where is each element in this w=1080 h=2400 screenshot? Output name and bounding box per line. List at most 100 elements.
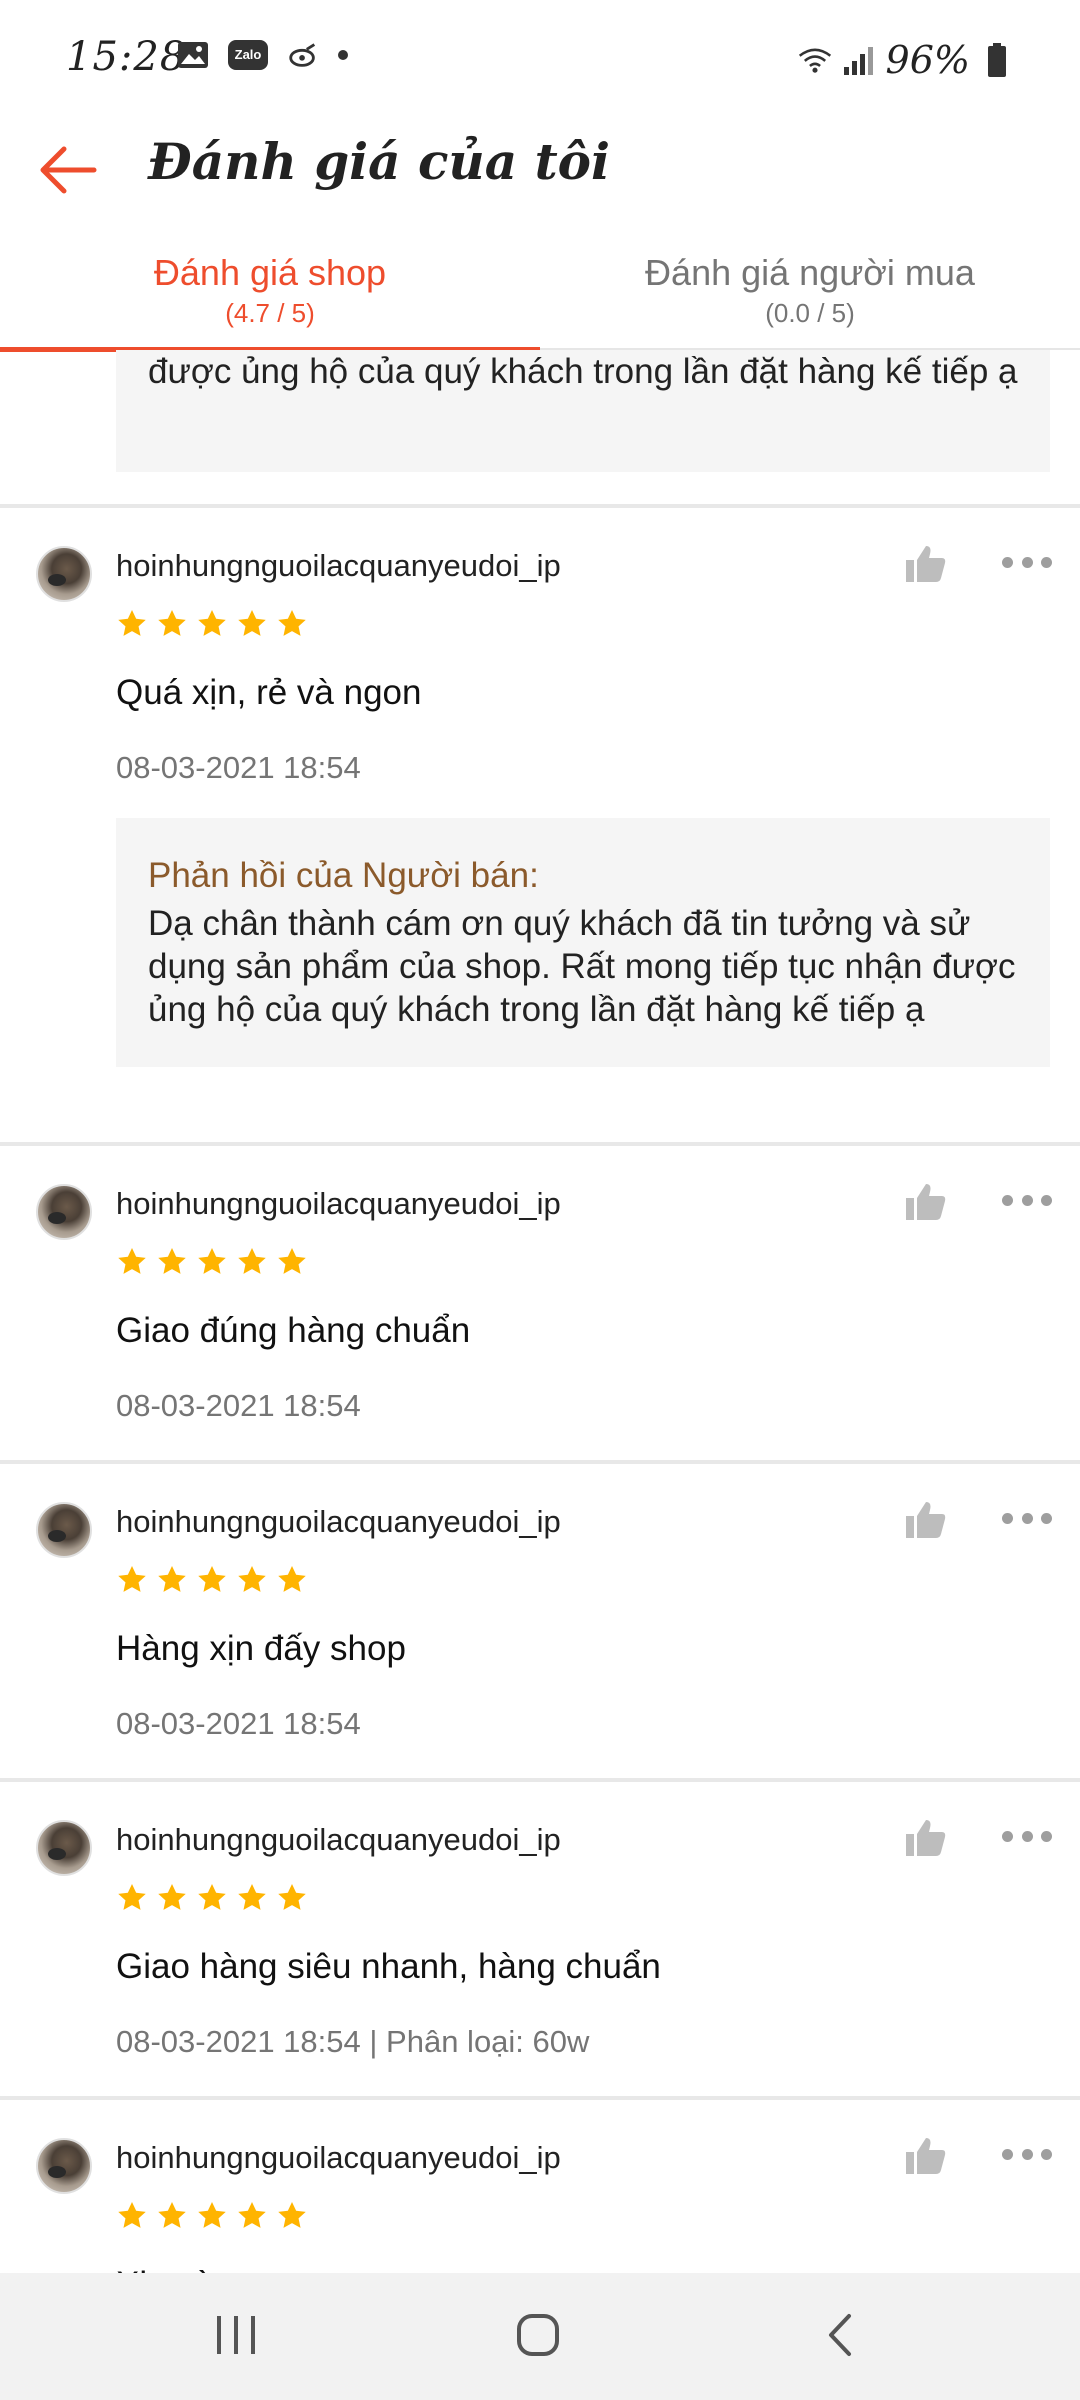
more-options-icon[interactable] <box>1002 1188 1052 1212</box>
status-bar: 15:28 Zalo 96% <box>0 0 1080 120</box>
seller-reply: Phản hồi của Người bán: Dạ chân thành cá… <box>116 818 1050 1067</box>
star-icon <box>238 2202 266 2228</box>
star-icon <box>198 1248 226 1274</box>
bug-icon <box>286 40 320 70</box>
star-icon <box>158 1248 186 1274</box>
reply-title: Phản hồi của Người bán: <box>148 856 539 895</box>
wifi-icon <box>798 45 832 75</box>
star-icon <box>158 1566 186 1592</box>
avatar[interactable] <box>36 2138 92 2194</box>
system-nav-bar <box>0 2273 1080 2400</box>
notification-icons: Zalo <box>176 40 348 70</box>
recent-apps-icon <box>217 2316 255 2354</box>
signal-icon <box>842 45 876 75</box>
reviewer-username: hoinhungnguoilacquanyeudoi_ip <box>116 1186 561 1221</box>
home-icon <box>517 2314 559 2356</box>
star-icon <box>278 1884 306 1910</box>
star-icon <box>118 1566 146 1592</box>
star-icon <box>238 1248 266 1274</box>
star-icon <box>278 1248 306 1274</box>
star-rating <box>116 1564 308 1596</box>
more-options-icon[interactable] <box>1002 1824 1052 1848</box>
app-header: Đánh giá của tôi <box>0 120 1080 240</box>
review-list[interactable]: được ủng hộ của quý khách trong lần đặt … <box>0 350 1080 2273</box>
star-icon <box>278 1566 306 1592</box>
recent-apps-button[interactable] <box>196 2303 276 2367</box>
review-item: hoinhungnguoilacquanyeudoi_ip Xin xò <box>0 2100 1080 2273</box>
dot-icon <box>338 50 348 60</box>
star-icon <box>198 2202 226 2228</box>
reviewer-username: hoinhungnguoilacquanyeudoi_ip <box>116 1822 561 1857</box>
star-icon <box>198 1566 226 1592</box>
reviewer-username: hoinhungnguoilacquanyeudoi_ip <box>116 1504 561 1539</box>
star-icon <box>158 1884 186 1910</box>
star-rating <box>116 1246 308 1278</box>
review-comment: Giao đúng hàng chuẩn <box>116 1311 471 1350</box>
back-arrow-icon <box>40 146 97 194</box>
review-item: hoinhungnguoilacquanyeudoi_ip Hàng xịn đ… <box>0 1464 1080 1774</box>
star-icon <box>158 2202 186 2228</box>
review-comment: Xin xò <box>116 2262 213 2273</box>
star-rating <box>116 608 308 640</box>
star-icon <box>118 610 146 636</box>
review-meta: 08-03-2021 18:54 <box>116 750 361 785</box>
avatar[interactable] <box>36 1820 92 1876</box>
like-icon[interactable] <box>904 544 948 584</box>
more-options-icon[interactable] <box>1002 2142 1052 2166</box>
system-icons: 96% <box>798 38 1014 82</box>
star-icon <box>118 1884 146 1910</box>
star-icon <box>238 1566 266 1592</box>
tab-shop-reviews[interactable]: Đánh giá shop (4.7 / 5) <box>0 240 540 352</box>
like-icon[interactable] <box>904 1500 948 1540</box>
battery-icon <box>980 43 1014 77</box>
star-icon <box>278 610 306 636</box>
tab-score: (0.0 / 5) <box>765 298 855 328</box>
avatar[interactable] <box>36 1502 92 1558</box>
like-icon[interactable] <box>904 2136 948 2176</box>
home-button[interactable] <box>498 2303 578 2367</box>
star-icon <box>278 2202 306 2228</box>
tab-label: Đánh giá shop <box>153 252 387 293</box>
avatar[interactable] <box>36 1184 92 1240</box>
star-rating <box>116 1882 308 1914</box>
review-comment: Hàng xịn đấy shop <box>116 1629 406 1668</box>
reply-text: được ủng hộ của quý khách trong lần đặt … <box>148 352 1018 391</box>
review-item: hoinhungnguoilacquanyeudoi_ip Giao đúng … <box>0 1146 1080 1456</box>
tab-buyer-reviews[interactable]: Đánh giá người mua (0.0 / 5) <box>540 240 1080 350</box>
review-comment: Giao hàng siêu nhanh, hàng chuẩn <box>116 1947 661 1986</box>
star-icon <box>118 1248 146 1274</box>
tab-score: (4.7 / 5) <box>225 298 315 328</box>
like-icon[interactable] <box>904 1182 948 1222</box>
star-icon <box>238 1884 266 1910</box>
like-icon[interactable] <box>904 1818 948 1858</box>
battery-percent: 96% <box>885 38 970 82</box>
star-icon <box>238 610 266 636</box>
back-nav-button[interactable] <box>800 2303 880 2367</box>
star-icon <box>118 2202 146 2228</box>
gallery-icon <box>176 40 210 70</box>
star-icon <box>158 610 186 636</box>
page-title: Đánh giá của tôi <box>148 132 611 191</box>
tab-label: Đánh giá người mua <box>645 252 975 293</box>
reviewer-username: hoinhungnguoilacquanyeudoi_ip <box>116 2140 561 2175</box>
review-meta: 08-03-2021 18:54 <box>116 1388 361 1423</box>
avatar[interactable] <box>36 546 92 602</box>
seller-reply-partial: được ủng hộ của quý khách trong lần đặt … <box>116 350 1050 472</box>
review-item: hoinhungnguoilacquanyeudoi_ip Quá xịn, r… <box>0 508 1080 1067</box>
star-icon <box>198 610 226 636</box>
star-icon <box>198 1884 226 1910</box>
review-meta: 08-03-2021 18:54 <box>116 1706 361 1741</box>
review-comment: Quá xịn, rẻ và ngon <box>116 673 422 712</box>
star-rating <box>116 2200 308 2232</box>
back-nav-icon <box>829 2314 851 2356</box>
status-time: 15:28 <box>66 34 187 80</box>
tab-bar: Đánh giá shop (4.7 / 5) Đánh giá người m… <box>0 240 1080 352</box>
more-options-icon[interactable] <box>1002 1506 1052 1530</box>
review-item: hoinhungnguoilacquanyeudoi_ip Giao hàng … <box>0 1782 1080 2092</box>
reply-text: Dạ chân thành cám ơn quý khách đã tin tư… <box>148 904 1016 1029</box>
back-button[interactable] <box>30 132 106 208</box>
review-meta: 08-03-2021 18:54 | Phân loại: 60w <box>116 2024 590 2059</box>
reviewer-username: hoinhungnguoilacquanyeudoi_ip <box>116 548 561 583</box>
zalo-icon: Zalo <box>228 40 268 70</box>
more-options-icon[interactable] <box>1002 550 1052 574</box>
